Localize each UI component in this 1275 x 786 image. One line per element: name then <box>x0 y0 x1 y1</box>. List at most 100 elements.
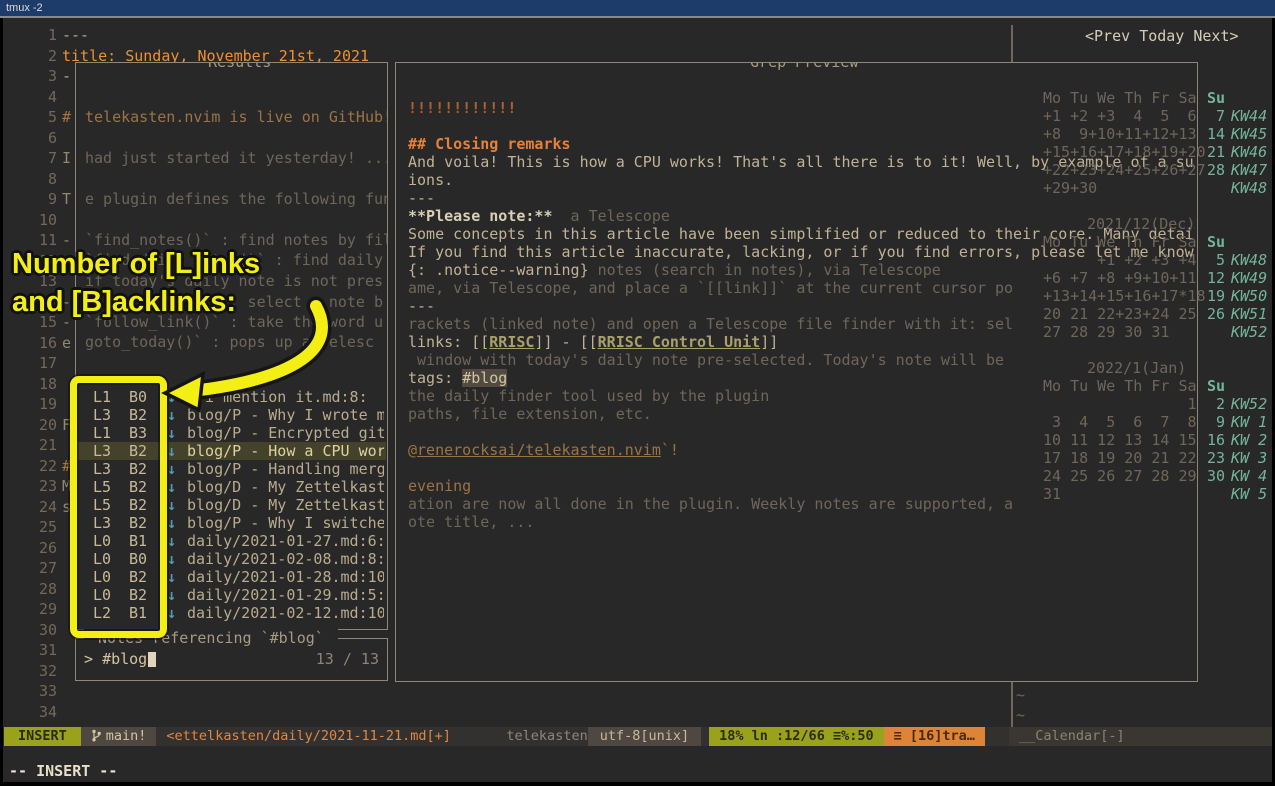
calendar-sunday-date[interactable]: 2 <box>1199 395 1225 413</box>
cursor-position-segment: 18% ln :12/66 ≡%:50 <box>709 727 883 746</box>
markdown-icon: ↓ <box>167 514 176 532</box>
result-filename: blog/P - Encrypted git <box>187 424 384 442</box>
calendar-next-button[interactable]: Next> <box>1193 27 1238 45</box>
calendar-weekday-header-sunday: Su <box>1199 377 1225 395</box>
git-branch-segment: main! <box>81 727 157 746</box>
annotation-line-2: and [B]acklinks: <box>12 284 236 320</box>
calendar-sunday-date[interactable]: 12 <box>1199 269 1225 287</box>
calendar-sunday-date[interactable]: 5 <box>1199 251 1225 269</box>
gutter-line-number: 21 <box>31 435 57 455</box>
preview-line: ote title, ... <box>408 513 1195 531</box>
filetype-label: telekasten <box>476 727 587 746</box>
preview-text: ]] - [[ <box>534 333 597 351</box>
grep-preview-title: Grep Preview <box>736 62 872 71</box>
calendar-week-number: KW49 <box>1231 269 1267 287</box>
preview-line: evening <box>408 477 1195 495</box>
wiki-link[interactable]: RRISC Control Unit <box>598 333 761 351</box>
gutter-line-number: 10 <box>31 210 57 230</box>
markdown-icon: ↓ <box>167 568 176 586</box>
calendar-sunday-date[interactable]: 7 <box>1199 107 1225 125</box>
preview-line: !!!!!!!!!!!! <box>408 99 1195 117</box>
preview-line: paths, file extension, etc. <box>408 405 1195 423</box>
git-branch-name: main! <box>106 728 147 744</box>
result-filename: blog/P - Why I wrote m <box>187 406 384 424</box>
markdown-icon: ↓ <box>167 532 176 550</box>
preview-text: a Telescope <box>553 207 670 225</box>
preview-text: ame, via Telescope, and place a `[[link]… <box>408 279 1013 297</box>
calendar-sunday-date[interactable]: 21 <box>1199 143 1225 161</box>
calendar-week-number: KW51 <box>1231 305 1267 323</box>
wiki-link[interactable]: RRISC <box>489 333 534 351</box>
preview-text: @ <box>408 441 417 459</box>
gutter-line-number: 5 <box>31 107 57 127</box>
gutter-line-number: 18 <box>31 374 57 394</box>
calendar-sunday-date[interactable]: 28 <box>1199 161 1225 179</box>
gutter-line-number: 23 <box>31 476 57 496</box>
calendar-sunday-date[interactable]: 19 <box>1199 287 1225 305</box>
gutter-line-number: 26 <box>31 538 57 558</box>
calendar-week-number: KW 3 <box>1231 449 1267 467</box>
preview-line: links: [[RRISC]] - [[RRISC Control Unit]… <box>408 333 1195 351</box>
preview-text: And voila! This is how a CPU works! That… <box>408 153 1195 171</box>
preview-line: ions. <box>408 171 1195 189</box>
gutter-line-number: 22 <box>31 456 57 476</box>
calendar-nav: <Prev Today Next> <box>1085 27 1239 45</box>
calendar-statusline: __Calendar[-] <box>1009 727 1272 746</box>
result-filename: daily/2021-01-27.md:6: <box>187 532 384 550</box>
mode-indicator: INSERT <box>4 727 81 746</box>
preview-text: paths, file extension, etc. <box>408 405 652 423</box>
calendar-week-number: KW47 <box>1231 161 1267 179</box>
calendar-sunday-date[interactable]: 14 <box>1199 125 1225 143</box>
markdown-icon: ↓ <box>167 550 176 568</box>
preview-text: renerocksai/telekasten.nvim <box>417 441 661 459</box>
background-text: e plugin defines the following fun <box>85 190 388 208</box>
results-window-title: Results <box>194 62 285 71</box>
statusline-gap <box>701 727 709 746</box>
preview-text: **Please note:** <box>408 207 553 225</box>
result-counter: 13 / 13 <box>316 650 379 668</box>
preview-text: ote title, ... <box>408 513 534 531</box>
calendar-sunday-date[interactable]: 16 <box>1199 431 1225 449</box>
markdown-icon: ↓ <box>167 442 176 460</box>
preview-text: Some concepts in this article have been … <box>408 225 1195 243</box>
gutter-line-number: 20 <box>31 415 57 435</box>
preview-text: `! <box>661 441 679 459</box>
empty-line-tilde: ~ <box>1016 686 1025 704</box>
prompt-prefix: > <box>84 650 102 668</box>
terminal-top-edge <box>0 16 1275 18</box>
result-filename: blog/P - Handling merg <box>187 460 384 478</box>
calendar-sunday-date[interactable]: 30 <box>1199 467 1225 485</box>
tag-highlight: #blog <box>462 369 507 387</box>
markdown-icon: ↓ <box>167 586 176 604</box>
preview-line: window with today's daily note pre-selec… <box>408 351 1195 369</box>
command-line-mode-text: -- INSERT -- <box>9 762 117 780</box>
gutter-line-number: 28 <box>31 579 57 599</box>
preview-line: {: .notice--warning} notes (search in no… <box>408 261 1195 279</box>
calendar-today-button[interactable]: Today <box>1139 27 1184 45</box>
gutter-line-number: 2 <box>31 46 57 66</box>
prompt-window: Notes referencing `#blog` > #blog 13 / 1… <box>75 638 388 681</box>
gutter-line-number: 3 <box>31 66 57 86</box>
calendar-sunday-date[interactable]: 9 <box>1199 413 1225 431</box>
markdown-icon: ↓ <box>167 406 176 424</box>
preview-line: Some concepts in this article have been … <box>408 225 1195 243</box>
result-filename: … i mention it.md:8: <box>187 388 384 406</box>
calendar-sunday-date[interactable]: 26 <box>1199 305 1225 323</box>
result-filename: daily/2021-01-28.md:10 <box>187 568 384 586</box>
gutter-line-number: 30 <box>31 620 57 640</box>
whitespace-warning-segment: ≡ [16]tra… <box>884 727 985 746</box>
text-cursor <box>148 652 156 667</box>
markdown-icon: ↓ <box>167 604 176 622</box>
preview-line: --- <box>408 297 1195 315</box>
calendar-sunday-date[interactable]: 23 <box>1199 449 1225 467</box>
calendar-prev-button[interactable]: <Prev <box>1085 27 1130 45</box>
preview-text: --- <box>408 297 435 315</box>
encoding-segment: utf-8[unix] <box>588 727 701 746</box>
preview-text: ## Closing remarks <box>408 135 571 153</box>
gutter-line-number: 32 <box>31 661 57 681</box>
preview-line: ## Closing remarks <box>408 135 1195 153</box>
preview-text: ions. <box>408 171 453 189</box>
markdown-icon: ↓ <box>167 460 176 478</box>
telescope-prompt-input[interactable]: > #blog <box>84 650 156 668</box>
preview-text: --- <box>408 189 435 207</box>
